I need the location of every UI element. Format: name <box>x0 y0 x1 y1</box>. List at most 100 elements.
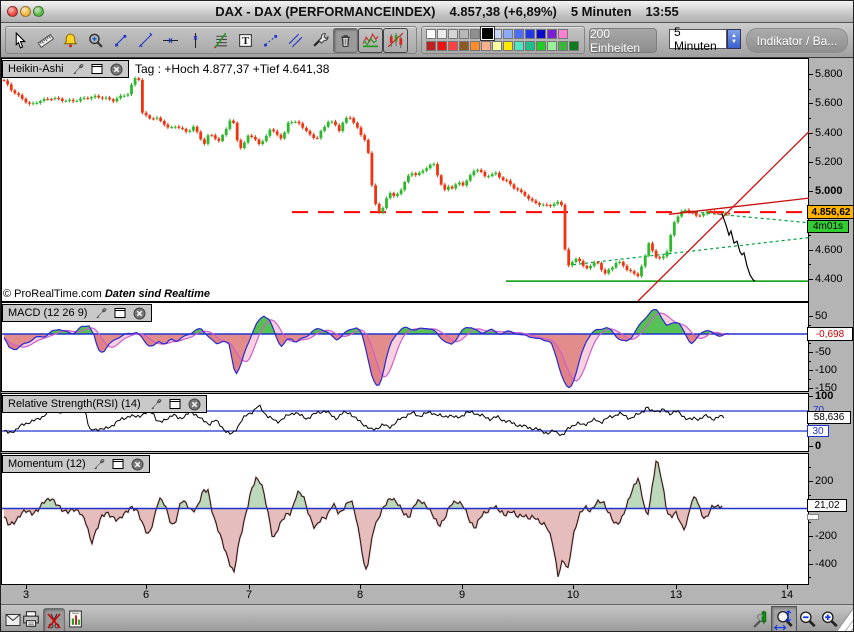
price-chart-panel[interactable]: Heikin-Ashi Tag : +Hoch 4.877,37 +Tief 4… <box>1 58 809 302</box>
axis-tick-label: 5.400 <box>815 126 843 139</box>
palette-swatch[interactable] <box>459 28 469 39</box>
color-palette <box>424 25 582 53</box>
palette-swatch[interactable] <box>503 28 513 39</box>
timeframe-combo[interactable]: 5 Minuten ▲ ▼ <box>669 25 741 53</box>
palette-swatch[interactable] <box>503 40 513 51</box>
segment-tool-button[interactable] <box>108 28 133 53</box>
horizontal-line-tool-button[interactable] <box>158 28 183 53</box>
axis-tick-label: 5.600 <box>815 97 843 110</box>
palette-swatch[interactable] <box>569 40 579 51</box>
day-range-info: Tag : +Hoch 4.877,37 +Tief 4.641,38 <box>135 62 330 76</box>
last-price-badge: 4.856,62 <box>807 205 853 219</box>
palette-swatch[interactable] <box>426 40 436 51</box>
ruler-tool-button[interactable] <box>33 28 58 53</box>
indicator-chip-rsi: Relative Strength(RSI) (14) <box>2 395 207 413</box>
palette-swatch[interactable] <box>448 40 458 51</box>
fibonacci-tool-button[interactable] <box>208 28 233 53</box>
palette-swatch[interactable] <box>536 28 546 39</box>
wrench-icon[interactable] <box>92 458 106 471</box>
alarm-bell-icon[interactable] <box>58 28 83 53</box>
title-time: 13:55 <box>645 4 679 19</box>
window-icon[interactable] <box>90 63 104 76</box>
title-bar: DAX - DAX (PERFORMANCEINDEX) 4.857,38 (+6… <box>1 1 853 23</box>
indicator-chip-macd: MACD (12 26 9) <box>2 304 152 322</box>
palette-swatch[interactable] <box>525 28 535 39</box>
resize-grip-icon[interactable] <box>835 606 853 631</box>
momentum-zero-chip <box>807 514 819 520</box>
palette-swatch[interactable] <box>514 28 524 39</box>
window-icon[interactable] <box>111 458 125 471</box>
palette-swatch[interactable] <box>481 40 491 51</box>
combo-stepper-icon[interactable]: ▲ ▼ <box>727 29 741 49</box>
chart-settings-icon[interactable] <box>751 608 770 630</box>
units-button[interactable]: 200 Einheiten <box>589 27 657 55</box>
indicator-chip-label: Relative Strength(RSI) (14) <box>8 398 141 410</box>
close-window-icon[interactable] <box>7 6 18 17</box>
wrench-icon[interactable] <box>149 398 163 411</box>
trendline-tool-button[interactable] <box>133 28 158 53</box>
palette-swatch[interactable] <box>558 28 568 39</box>
palette-swatch[interactable] <box>480 25 495 41</box>
macd-value-badge: -0,698 <box>807 327 853 341</box>
wrench-icon[interactable] <box>94 307 108 320</box>
zoom-fit-icon[interactable] <box>771 606 797 631</box>
macd-panel[interactable]: MACD (12 26 9) <box>1 302 809 392</box>
mail-icon[interactable] <box>4 611 21 628</box>
zoom-window-icon[interactable] <box>33 6 44 17</box>
time-axis-label: 8 <box>356 589 364 601</box>
momentum-panel[interactable]: Momentum (12) <box>1 453 809 585</box>
zoom-plus-tool-button[interactable] <box>83 28 108 53</box>
palette-swatch[interactable] <box>470 28 480 39</box>
close-icon[interactable] <box>132 307 146 320</box>
window-icon[interactable] <box>168 398 182 411</box>
wrench-icon[interactable] <box>71 63 85 76</box>
axis-tick-label: -50 <box>815 346 831 358</box>
polyline-tool-button[interactable] <box>258 28 283 53</box>
color-palette-group <box>421 25 585 54</box>
palette-swatch[interactable] <box>426 28 436 39</box>
tools-settings-icon[interactable] <box>308 28 333 53</box>
window-icon[interactable] <box>113 307 127 320</box>
palette-swatch[interactable] <box>514 40 524 51</box>
indicator-chip-momentum: Momentum (12) <box>2 455 150 473</box>
time-axis: 3 6 7 8 9 10 13 14 <box>1 585 853 604</box>
palette-swatch[interactable] <box>536 40 546 51</box>
zoom-out-icon[interactable] <box>797 608 818 630</box>
print-icon[interactable] <box>21 609 41 629</box>
palette-swatch[interactable] <box>525 40 535 51</box>
palette-swatch[interactable] <box>459 40 469 51</box>
bar-countdown-badge: 4m01s <box>807 220 849 233</box>
close-icon[interactable] <box>187 398 201 411</box>
close-icon[interactable] <box>130 458 144 471</box>
svg-text:T: T <box>242 36 249 47</box>
close-icon[interactable] <box>109 63 123 76</box>
indicator-chip-label: Heikin-Ashi <box>8 63 64 75</box>
palette-swatch[interactable] <box>437 40 447 51</box>
axis-tick-label: 5.200 <box>815 155 843 168</box>
indicator-chip-label: Momentum (12) <box>8 458 86 470</box>
trash-icon[interactable] <box>333 27 358 53</box>
palette-swatch[interactable] <box>470 40 480 51</box>
pointer-tool-button[interactable] <box>8 28 33 53</box>
time-axis-label: 6 <box>142 589 150 601</box>
indicator-button[interactable]: Indikator / Ba... <box>746 28 848 53</box>
palette-swatch[interactable] <box>558 40 568 51</box>
rsi-panel[interactable]: Relative Strength(RSI) (14) <box>1 393 809 452</box>
vertical-line-tool-button[interactable] <box>183 28 208 53</box>
cut-disabled-icon[interactable] <box>43 608 65 631</box>
axis-tick-label: 4.400 <box>815 273 843 285</box>
palette-swatch[interactable] <box>547 40 557 51</box>
minimize-window-icon[interactable] <box>20 6 31 17</box>
text-tool-button[interactable]: T <box>233 28 258 53</box>
zigzag-chart-type-button[interactable] <box>358 27 383 53</box>
report-icon[interactable] <box>66 609 84 629</box>
axis-tick-label: -100 <box>815 364 838 376</box>
palette-swatch[interactable] <box>448 28 458 39</box>
palette-swatch[interactable] <box>437 28 447 39</box>
palette-swatch[interactable] <box>547 28 557 39</box>
parallel-lines-tool-button[interactable] <box>283 28 308 53</box>
palette-swatch[interactable] <box>492 40 502 51</box>
indicator-chip-label: MACD (12 26 9) <box>8 307 88 319</box>
candlestick-chart-type-button[interactable] <box>383 27 408 53</box>
status-bar: ≡ <box>1 604 853 631</box>
